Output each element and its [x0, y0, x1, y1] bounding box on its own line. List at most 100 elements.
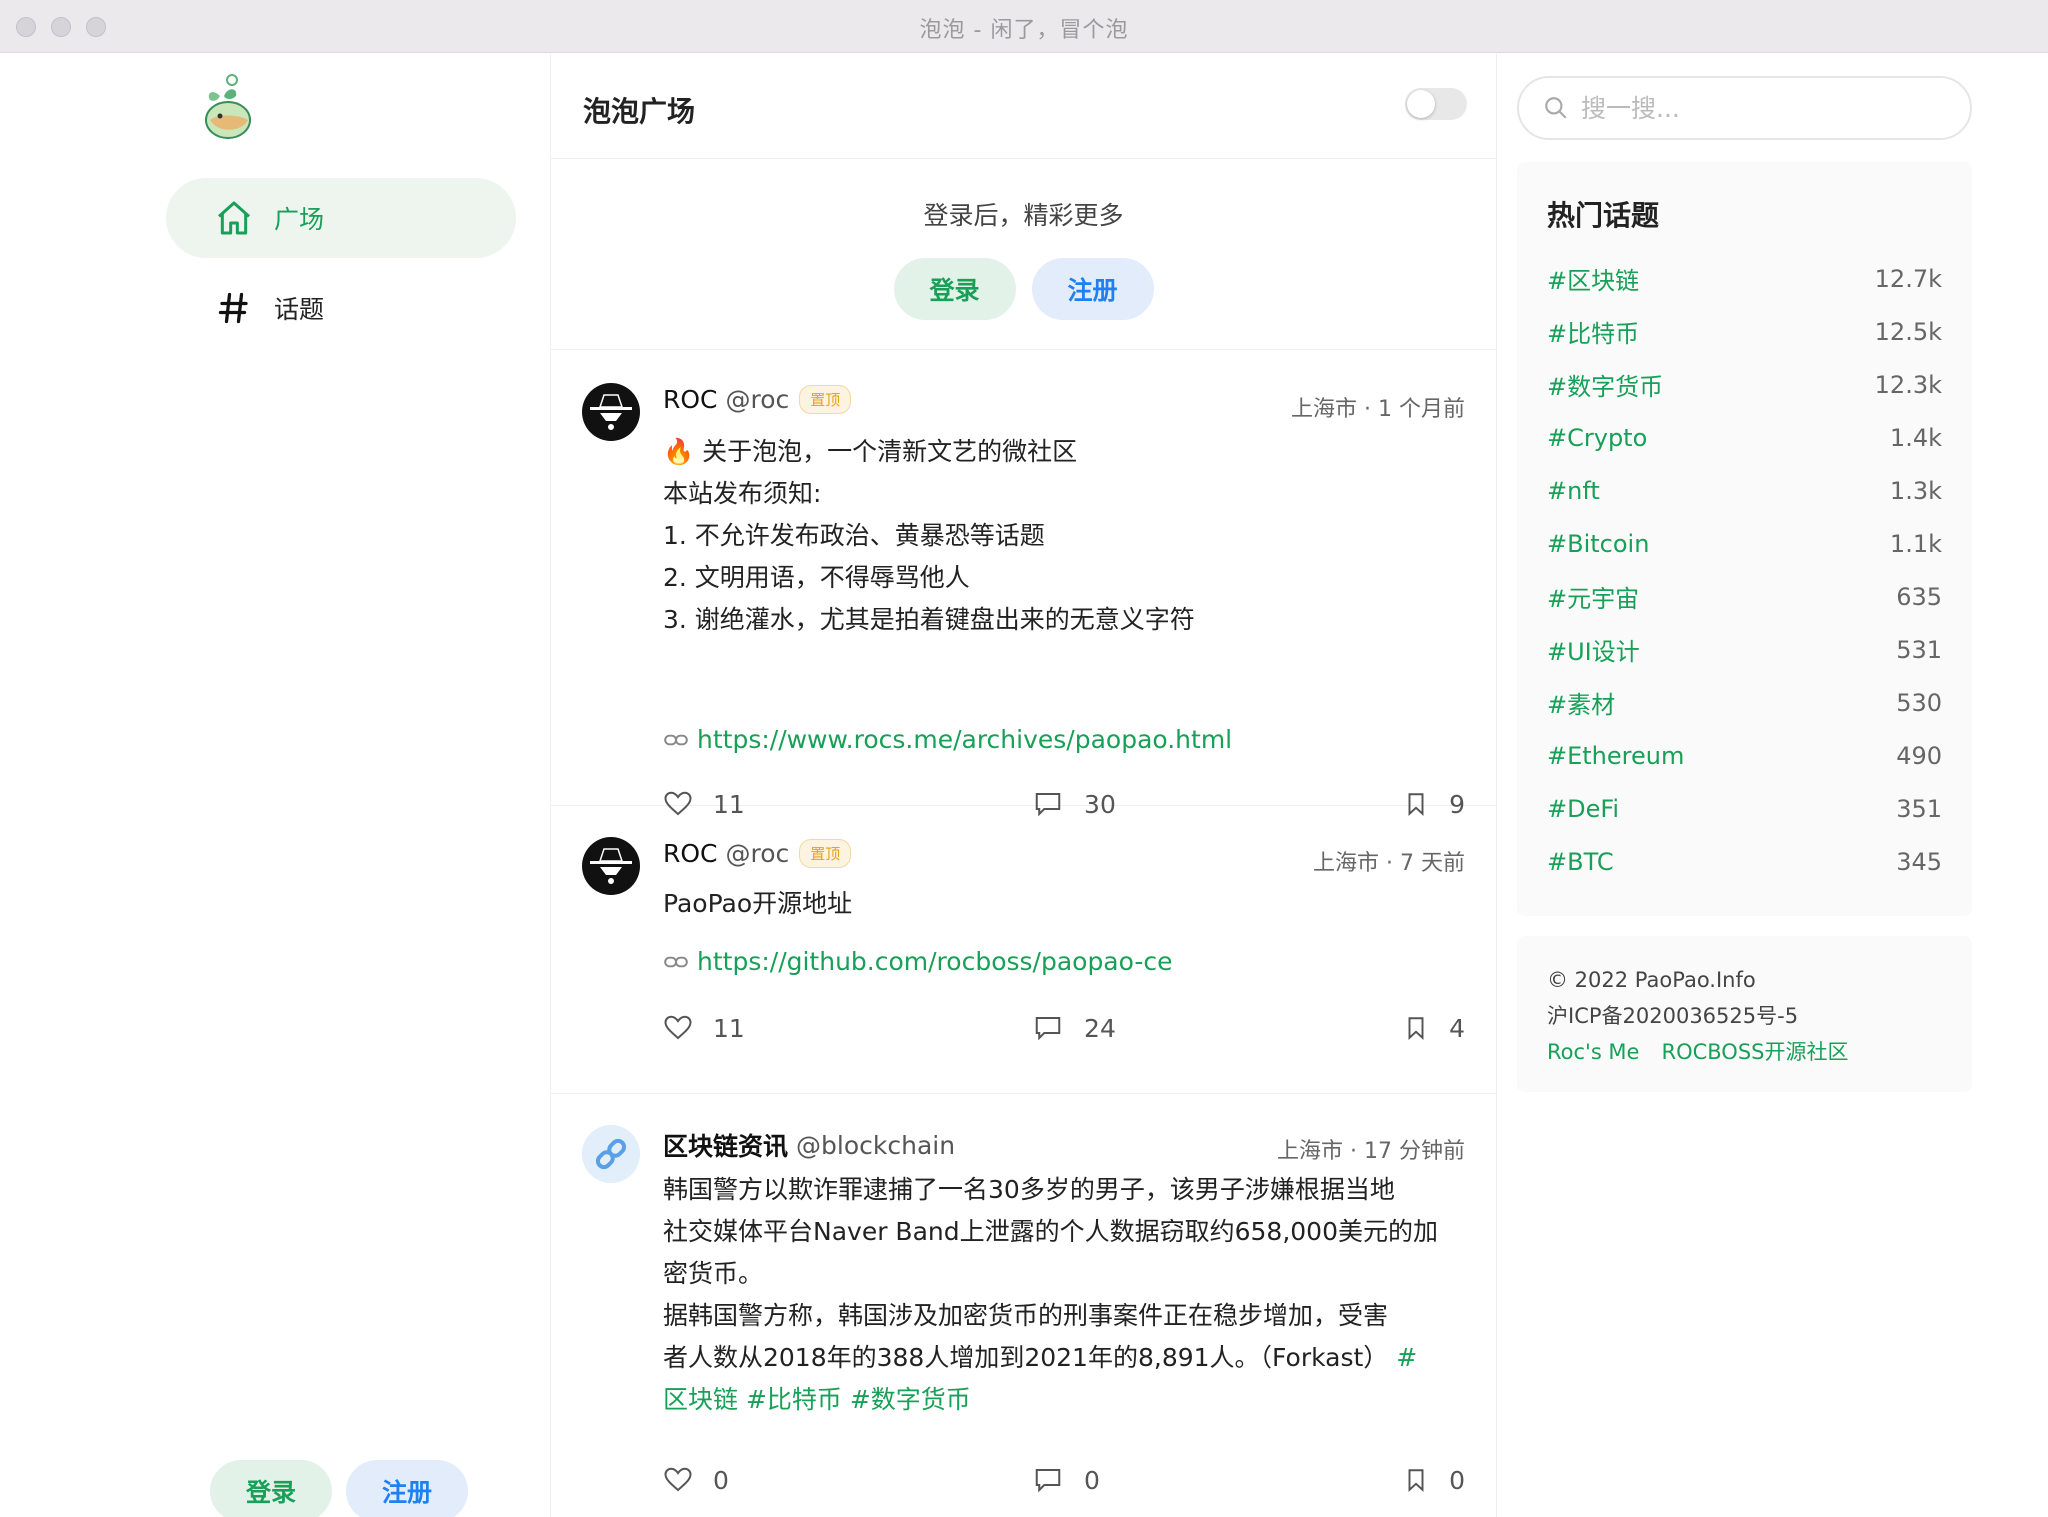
hot-topics-panel: 热门话题 #区块链 12.7k #比特币 12.5k #数字货币 12.3k #Cry… [1517, 162, 1972, 916]
topic-name[interactable]: #Crypto [1547, 424, 1647, 452]
topic-row[interactable]: #BTC 345 [1547, 835, 1942, 888]
post-content[interactable]: PaoPao开源地址 [663, 883, 1463, 925]
topic-tag[interactable]: # [1396, 1343, 1417, 1372]
post-tags[interactable]: 区块链 #比特币 #数字货币 [663, 1379, 1463, 1421]
sidebar-item-square[interactable]: 广场 [166, 178, 516, 258]
collect-button[interactable]: 4 [1403, 1013, 1465, 1043]
post-author-username[interactable]: @roc [726, 839, 790, 868]
post-line: 2. 文明用语，不得辱骂他人 [663, 563, 970, 592]
post-item[interactable]: 区块链资讯 @blockchain 上海市 · 17 分钟前 韩国警方以欺诈罪逮… [551, 1095, 1496, 1517]
topic-row[interactable]: #比特币 12.5k [1547, 305, 1942, 358]
main-header: 泡泡广场 [551, 54, 1496, 159]
home-icon [212, 196, 256, 240]
topic-count: 12.5k [1874, 317, 1942, 346]
post-link-text: https://github.com/rocboss/paopao-ce [697, 947, 1173, 976]
topic-name[interactable]: #BTC [1547, 848, 1614, 876]
post-item[interactable]: ROC @roc 置顶 上海市 · 1 个月前 🔥 关于泡泡，一个清新文艺的微社… [551, 351, 1496, 819]
topic-name[interactable]: #Ethereum [1547, 742, 1684, 770]
paopao-logo[interactable] [198, 74, 260, 144]
topic-row[interactable]: #Ethereum 490 [1547, 729, 1942, 782]
post-link-text: https://www.rocs.me/archives/paopao.html [697, 725, 1233, 754]
sidebar-item-topics[interactable]: 话题 [166, 268, 516, 348]
topic-name[interactable]: #素材 [1547, 685, 1615, 720]
post-link[interactable]: https://www.rocs.me/archives/paopao.html [663, 725, 1232, 754]
topic-name[interactable]: #区块链 [1547, 261, 1639, 296]
topic-name[interactable]: #元宇宙 [1547, 579, 1639, 614]
post-content[interactable]: 🔥 关于泡泡，一个清新文艺的微社区 本站发布须知: 1. 不允许发布政治、黄暴恐… [663, 431, 1463, 641]
topic-name[interactable]: #数字货币 [1547, 367, 1663, 402]
post-item[interactable]: ROC @roc 置顶 上海市 · 7 天前 PaoPao开源地址 https:… [551, 807, 1496, 1094]
icp-record[interactable]: 沪ICP备2020036525号-5 [1547, 998, 1942, 1034]
collect-count: 0 [1449, 1465, 1465, 1495]
bookmark-icon [1408, 1469, 1424, 1492]
post-line: 本站发布须知: [663, 479, 822, 508]
topic-row[interactable]: #UI设计 531 [1547, 623, 1942, 676]
post-meta: 上海市 · 17 分钟前 [1277, 1139, 1465, 1164]
pinned-badge: 置顶 [799, 839, 852, 868]
like-button[interactable]: 0 [663, 1465, 729, 1495]
topic-row[interactable]: #Bitcoin 1.1k [1547, 517, 1942, 570]
post-author-name[interactable]: ROC [663, 385, 718, 414]
collect-button[interactable]: 0 [1403, 1465, 1465, 1495]
post-header: ROC @roc 置顶 [663, 385, 852, 414]
sidebar-item-label: 广场 [274, 205, 325, 234]
hot-topics-title: 热门话题 [1547, 199, 1660, 232]
topic-name[interactable]: #nft [1547, 477, 1600, 505]
search-box[interactable] [1517, 76, 1972, 140]
sidebar-item-label: 话题 [274, 295, 325, 324]
topic-count: 345 [1896, 847, 1942, 876]
post-author-name[interactable]: ROC [663, 839, 718, 868]
topic-row[interactable]: #DeFi 351 [1547, 782, 1942, 835]
topic-row[interactable]: #Crypto 1.4k [1547, 411, 1942, 464]
sidebar-register-button[interactable]: 注册 [346, 1460, 468, 1517]
post-content[interactable]: 韩国警方以欺诈罪逮捕了一名30多岁的男子，该男子涉嫌根据当地 社交媒体平台Nav… [663, 1169, 1463, 1421]
topic-row[interactable]: #数字货币 12.3k [1547, 358, 1942, 411]
topic-row[interactable]: #素材 530 [1547, 676, 1942, 729]
topic-row[interactable]: #nft 1.3k [1547, 464, 1942, 517]
post-line: 密货币。 [663, 1259, 764, 1288]
search-input[interactable] [1581, 93, 1941, 123]
avatar[interactable] [582, 1125, 640, 1183]
post-line-text: 者人数从2018年的388人增加到2021年的8,891人。（Forkast） [663, 1343, 1389, 1372]
post-author-name[interactable]: 区块链资讯 [663, 1127, 788, 1163]
like-count: 0 [713, 1465, 729, 1495]
footer-link-rocs-me[interactable]: Roc's Me [1547, 1034, 1639, 1070]
topic-name[interactable]: #DeFi [1547, 795, 1619, 823]
post-author-username[interactable]: @roc [726, 385, 790, 414]
like-count: 11 [713, 1013, 745, 1043]
sidebar: 广场 话题 登录 注册 [0, 54, 550, 1517]
comment-button[interactable]: 24 [1032, 1013, 1116, 1043]
avatar[interactable] [582, 837, 640, 895]
heart-icon [664, 1467, 692, 1492]
post-line: 1. 不允许发布政治、黄暴恐等话题 [663, 521, 1045, 550]
theme-toggle[interactable] [1405, 88, 1467, 120]
post-author-username[interactable]: @blockchain [796, 1131, 955, 1160]
topic-count: 1.1k [1889, 529, 1942, 558]
footer-link-rocboss[interactable]: ROCBOSS开源社区 [1661, 1034, 1848, 1070]
bookmark-icon [1408, 1017, 1424, 1040]
topic-name[interactable]: #比特币 [1547, 314, 1639, 349]
window-title: 泡泡 - 闲了，冒个泡 [919, 18, 1129, 43]
post-line: 韩国警方以欺诈罪逮捕了一名30多岁的男子，该男子涉嫌根据当地 [663, 1175, 1395, 1204]
search-icon [1545, 97, 1567, 119]
like-button[interactable]: 11 [663, 1013, 745, 1043]
topic-count: 531 [1896, 635, 1942, 664]
topic-name[interactable]: #UI设计 [1547, 632, 1640, 667]
topic-name[interactable]: #Bitcoin [1547, 530, 1649, 558]
page-title: 泡泡广场 [583, 95, 696, 128]
post-line: PaoPao开源地址 [663, 889, 853, 918]
sidebar-auth-buttons: 登录 注册 [210, 1460, 468, 1517]
topic-row[interactable]: #元宇宙 635 [1547, 570, 1942, 623]
comment-icon [1035, 1469, 1061, 1493]
sidebar-login-button[interactable]: 登录 [210, 1460, 332, 1517]
post-link[interactable]: https://github.com/rocboss/paopao-ce [663, 947, 1173, 976]
avatar[interactable] [582, 383, 640, 441]
register-button[interactable]: 注册 [1031, 258, 1154, 320]
comment-button[interactable]: 0 [1032, 1465, 1100, 1495]
topic-row[interactable]: #区块链 12.7k [1547, 252, 1942, 305]
login-button[interactable]: 登录 [893, 258, 1016, 320]
post-line: 🔥 关于泡泡，一个清新文艺的微社区 [663, 437, 1078, 466]
post-header: ROC @roc 置顶 [663, 839, 852, 868]
post-meta: 上海市 · 7 天前 [1313, 851, 1465, 876]
link-icon [664, 956, 688, 967]
